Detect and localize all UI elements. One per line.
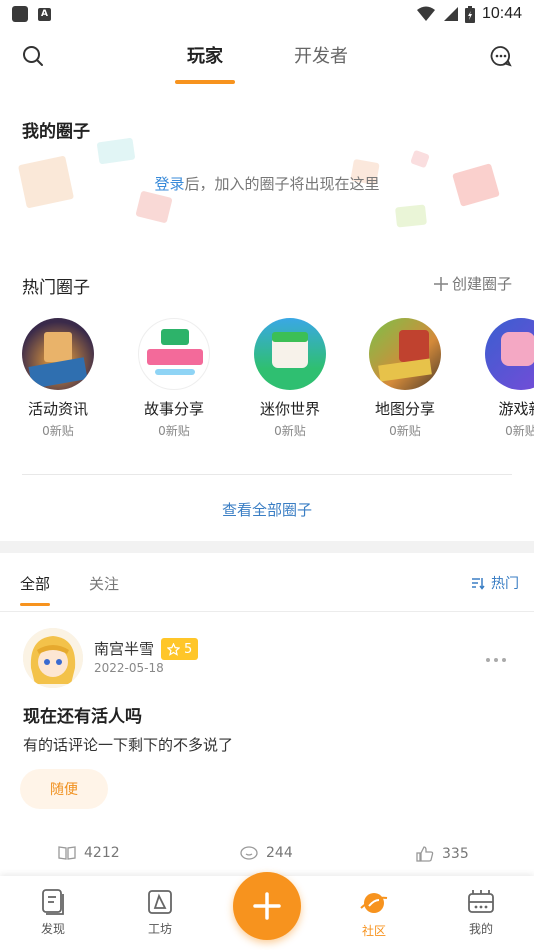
workshop-icon — [148, 890, 172, 914]
post-date: 2022-05-18 — [94, 661, 164, 675]
comment-icon — [240, 846, 258, 860]
circle-name: 游戏新 — [498, 400, 534, 418]
circle-name: 迷你世界 — [259, 400, 320, 418]
decor-cube — [410, 149, 430, 169]
hot-circles-title: 热门圈子 — [22, 278, 90, 298]
comments-stat[interactable]: 244 — [240, 845, 293, 861]
sort-label: 热门 — [491, 576, 519, 592]
sort-icon — [472, 578, 485, 590]
views-stat: 4212 — [58, 845, 120, 861]
search-icon[interactable] — [19, 42, 47, 70]
feed-tab-underline — [20, 603, 50, 606]
level-badge: 5 — [161, 638, 199, 660]
circle-avatar — [138, 318, 210, 390]
post-title[interactable]: 现在还有活人吗 — [23, 702, 142, 727]
thumbs-up-icon — [416, 846, 434, 862]
comments-count: 244 — [266, 845, 293, 861]
circle-name: 活动资讯 — [27, 400, 88, 418]
create-post-button[interactable] — [233, 872, 301, 940]
create-circle-button[interactable]: 创建圈子 — [433, 273, 512, 294]
star-icon — [167, 642, 180, 656]
nav-community[interactable]: 社区 — [339, 888, 409, 939]
decor-cube — [395, 204, 427, 228]
tab-developers[interactable]: 开发者 — [294, 42, 348, 68]
circle-posts: 0新贴 — [505, 424, 534, 438]
login-link[interactable]: 登录 — [154, 175, 184, 193]
circle-item[interactable]: 迷你世界 0新贴 — [240, 318, 340, 439]
discover-icon — [42, 889, 64, 915]
login-hint: 登录后，加入的圈子将出现在这里 — [0, 173, 534, 194]
nav-label: 发现 — [40, 922, 65, 936]
circle-posts: 0新贴 — [389, 424, 421, 438]
section-separator — [0, 541, 534, 553]
circle-avatar — [485, 318, 534, 390]
nav-workshop[interactable]: 工坊 — [125, 888, 195, 937]
a-badge-icon: A — [38, 7, 51, 21]
community-planet-icon — [360, 893, 388, 913]
post-username[interactable]: 南宫半雪 — [94, 638, 154, 659]
post-body[interactable]: 有的话评论一下剩下的不多说了 — [23, 734, 233, 755]
circle-avatar — [369, 318, 441, 390]
create-circle-label: 创建圈子 — [451, 275, 512, 293]
tab-underline — [175, 80, 235, 84]
book-icon — [58, 846, 76, 860]
circle-item[interactable]: 游戏新 0新贴 — [471, 318, 534, 439]
nav-label: 我的 — [468, 922, 493, 936]
wifi-icon — [416, 6, 435, 21]
circle-name: 故事分享 — [143, 400, 204, 418]
tab-players[interactable]: 玩家 — [187, 42, 223, 68]
circle-item[interactable]: 活动资讯 0新贴 — [8, 318, 108, 439]
circle-name: 地图分享 — [374, 400, 435, 418]
views-count: 4212 — [84, 845, 120, 861]
tab-all[interactable]: 全部 — [20, 573, 50, 594]
nav-profile[interactable]: 我的 — [446, 888, 516, 937]
likes-stat[interactable]: 335 — [416, 845, 469, 863]
status-time: 10:44 — [481, 5, 522, 22]
tab-following[interactable]: 关注 — [89, 573, 119, 594]
decor-cube — [135, 190, 173, 224]
top-nav: 玩家 开发者 — [0, 28, 534, 86]
decor-cube — [96, 137, 136, 165]
nav-label: 社区 — [361, 924, 386, 938]
level-value: 5 — [184, 641, 193, 657]
view-all-circles-link[interactable]: 查看全部圈子 — [0, 499, 534, 520]
circle-posts: 0新贴 — [158, 424, 190, 438]
circle-posts: 0新贴 — [274, 424, 306, 438]
battery-icon — [464, 5, 475, 23]
circle-item[interactable]: 地图分享 0新贴 — [355, 318, 455, 439]
hot-circles-list: 活动资讯 0新贴 故事分享 0新贴 迷你世界 0新贴 地图分享 0新贴 游戏新 … — [0, 318, 534, 448]
circle-item[interactable]: 故事分享 0新贴 — [124, 318, 224, 439]
divider — [0, 611, 534, 612]
nav-discover[interactable]: 发现 — [18, 888, 88, 937]
message-icon[interactable] — [487, 42, 515, 70]
plus-icon — [433, 276, 448, 291]
sort-hot-button[interactable]: 热门 — [471, 573, 519, 593]
post-tag[interactable]: 随便 — [20, 769, 108, 809]
plus-icon — [253, 892, 281, 920]
status-bar: A 10:44 — [0, 0, 534, 28]
more-options-button[interactable] — [486, 658, 506, 662]
profile-icon — [468, 890, 494, 913]
my-circles-title: 我的圈子 — [22, 122, 90, 142]
app-square-icon — [12, 6, 28, 22]
avatar[interactable] — [23, 628, 83, 688]
likes-count: 335 — [442, 846, 469, 862]
signal-icon — [443, 7, 458, 21]
circle-posts: 0新贴 — [42, 424, 74, 438]
divider — [22, 474, 512, 475]
circle-avatar — [22, 318, 94, 390]
circle-avatar — [254, 318, 326, 390]
nav-label: 工坊 — [147, 922, 172, 936]
login-hint-text: 后，加入的圈子将出现在这里 — [184, 175, 380, 193]
